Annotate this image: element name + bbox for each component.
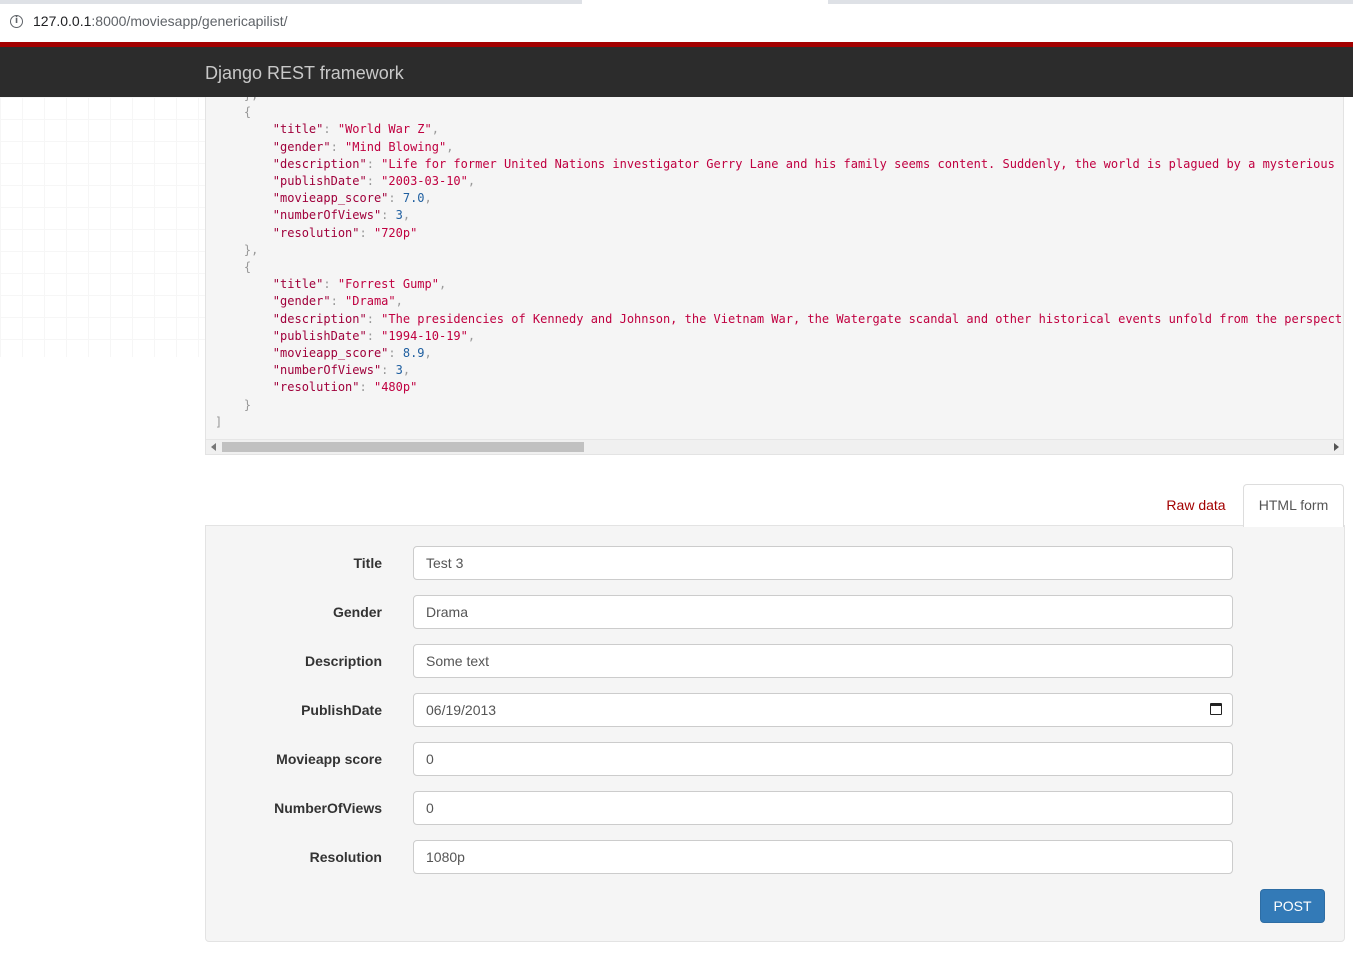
json-value: World War Z (345, 122, 425, 137)
json-value: Mind Blowing (352, 139, 439, 154)
json-value: 2003-03-10 (388, 174, 461, 189)
horizontal-scrollbar[interactable] (206, 439, 1343, 454)
brand-link[interactable]: Django REST framework (205, 63, 404, 84)
numberofviews-input[interactable]: 0 (413, 791, 1233, 825)
form-row-publishdate: PublishDate 06/19/2013 (206, 693, 1344, 727)
json-value: Drama (352, 294, 389, 309)
title-input[interactable]: Test 3 (413, 546, 1233, 580)
scroll-left-arrow-icon[interactable] (211, 443, 216, 451)
json-value: Life for former United Nations investiga… (388, 156, 1344, 171)
tab-raw-data[interactable]: Raw data (1151, 485, 1241, 525)
background-pattern (0, 97, 205, 357)
scroll-right-arrow-icon[interactable] (1334, 443, 1339, 451)
publishdate-value: 06/19/2013 (426, 702, 497, 718)
html-form-panel: Title Test 3 Gender Drama Description So… (205, 525, 1345, 942)
resolution-input[interactable]: 1080p (413, 840, 1233, 874)
description-label: Description (304, 653, 382, 669)
gender-input[interactable]: Drama (413, 595, 1233, 629)
navbar: Django REST framework (0, 42, 1353, 97)
form-row-resolution: Resolution 1080p (206, 840, 1344, 874)
movieapp-score-label: Movieapp score (276, 751, 382, 767)
publishdate-input[interactable]: 06/19/2013 (413, 693, 1233, 727)
form-row-gender: Gender Drama (206, 595, 1344, 629)
post-button[interactable]: POST (1260, 889, 1325, 923)
url-host: 127.0.0.1 (33, 13, 92, 29)
json-value: 8.9 (402, 346, 425, 361)
publishdate-label: PublishDate (301, 702, 382, 718)
json-value: 480p (381, 380, 411, 395)
movieapp-score-input[interactable]: 0 (413, 742, 1233, 776)
json-value: 720p (381, 225, 411, 240)
resolution-label: Resolution (309, 849, 382, 865)
browser-address-bar: i 127.0.0.1:8000/moviesapp/genericapilis… (0, 0, 1353, 43)
scrollbar-thumb[interactable] (222, 442, 584, 452)
json-value: 3 (395, 208, 403, 223)
calendar-icon[interactable] (1210, 703, 1222, 715)
tab-html-form[interactable]: HTML form (1243, 484, 1344, 527)
json-value: 7.0 (402, 191, 425, 206)
json-value: 3 (395, 363, 403, 378)
response-content: }, { "title": "World War Z", "gender": "… (205, 97, 1344, 455)
url-path: :8000/moviesapp/genericapilist/ (91, 13, 288, 29)
form-row-title: Title Test 3 (206, 546, 1344, 580)
json-value: 1994-10-19 (388, 328, 461, 343)
title-label: Title (353, 555, 382, 571)
form-row-movieapp-score: Movieapp score 0 (206, 742, 1344, 776)
numberofviews-label: NumberOfViews (274, 800, 382, 816)
json-value: The presidencies of Kennedy and Johnson,… (388, 311, 1344, 326)
info-icon[interactable]: i (10, 15, 23, 28)
form-row-numberofviews: NumberOfViews 0 (206, 791, 1344, 825)
json-response: }, { "title": "World War Z", "gender": "… (215, 97, 1344, 431)
gender-label: Gender (332, 604, 382, 620)
form-row-description: Description Some text (206, 644, 1344, 678)
json-value: Forrest Gump (345, 277, 432, 292)
browser-tab-strip (0, 0, 1353, 4)
url-field[interactable]: 127.0.0.1:8000/moviesapp/genericapilist/ (33, 13, 288, 29)
description-input[interactable]: Some text (413, 644, 1233, 678)
